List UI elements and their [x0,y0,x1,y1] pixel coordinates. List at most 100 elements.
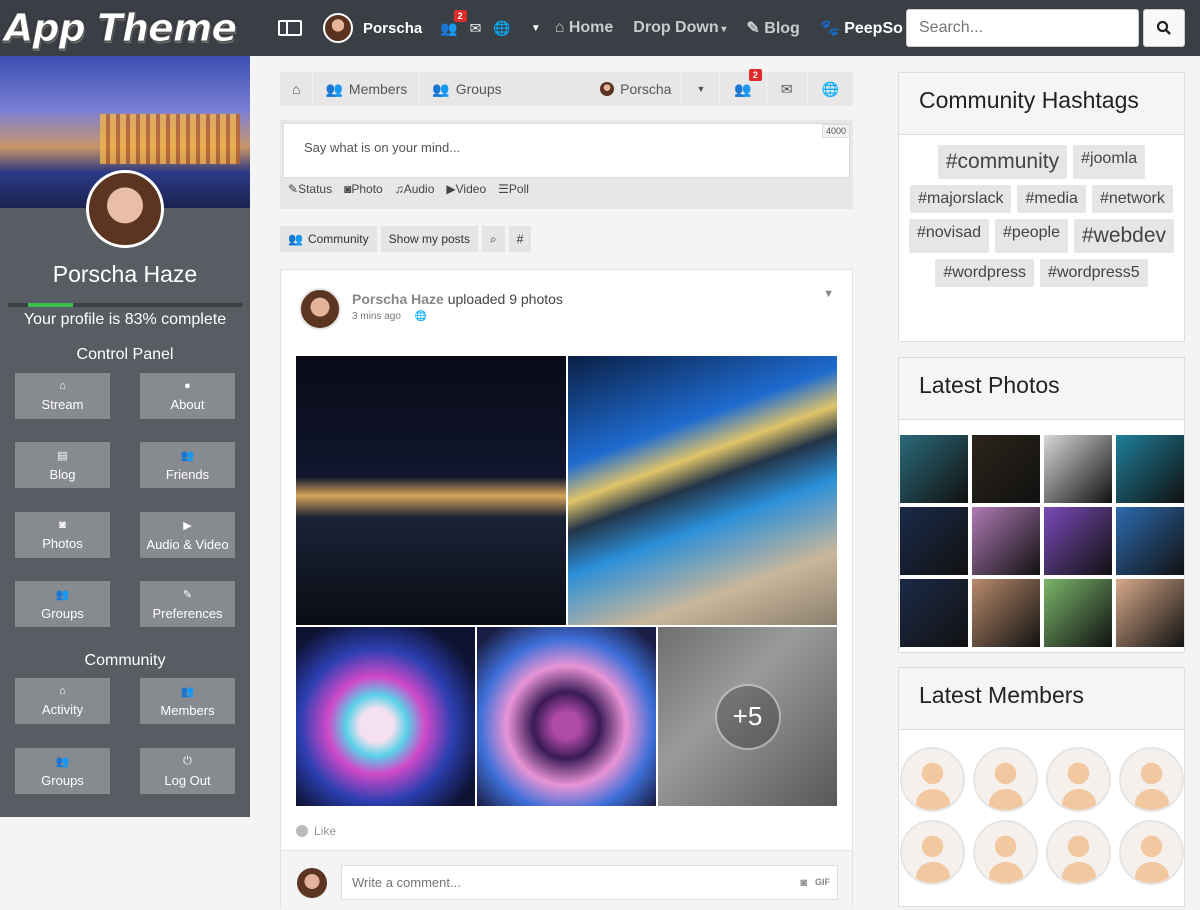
feed-members-tab[interactable]: 👥 Members [313,72,421,106]
chevron-down-icon[interactable]: ▼ [531,23,541,34]
member-avatar[interactable] [1045,820,1111,885]
feed-groups-tab[interactable]: 👥 Groups [420,72,513,106]
community-activity-button[interactable]: ⌂ Activity [15,678,110,724]
post-type-video[interactable]: ▶Video [446,182,486,196]
post-photo[interactable] [477,627,656,806]
member-avatar[interactable] [1118,747,1184,812]
cp-friends-button[interactable]: 👥 Friends [140,442,235,488]
search-button[interactable] [1143,9,1185,47]
hashtag-tag[interactable]: #majorslack [910,185,1012,213]
friends-icon[interactable]: 👥 2 [440,9,467,37]
post-photo-more[interactable]: +5 [658,627,837,806]
latest-photo-thumb[interactable] [1043,435,1112,503]
camera-icon[interactable]: ◙ [800,877,807,889]
latest-photo-thumb[interactable] [971,435,1040,503]
latest-photo-thumb[interactable] [899,435,968,503]
post-action-text: uploaded 9 photos [447,291,563,307]
hashtag-tag[interactable]: #community [937,145,1068,179]
post-type-audio[interactable]: ♫Audio [395,182,435,196]
cp-photos-button[interactable]: ◙ Photos [15,512,110,558]
post-photo[interactable] [568,356,837,625]
cp-audio-video-button[interactable]: ▶ Audio & Video [140,512,235,558]
hashtag-tag[interactable]: #media [1017,185,1086,213]
control-panel-title: Control Panel [76,346,174,363]
profile-progress-text: Your profile is 83% complete [23,311,227,328]
nav-blog-link[interactable]: ✎ Blog [746,18,799,38]
hashtag-tag[interactable]: #network [1091,185,1173,213]
edit-icon: ✎ [182,588,193,601]
nav-dropdown-link[interactable]: Drop Down ▾ [633,19,726,37]
post-photo[interactable] [296,627,475,806]
profile-name[interactable]: Porscha Haze [0,261,250,288]
latest-photo-thumb[interactable] [899,579,968,647]
community-title: Community [84,652,166,669]
nav-peepso-link[interactable]: 🐾 PeepSo [820,18,903,38]
sidebar-toggle-icon[interactable] [278,20,302,36]
community-members-button[interactable]: 👥 Members [140,678,235,724]
member-avatar[interactable] [899,820,965,885]
top-navbar: App Theme Porscha 👥 2 ✉ 🌐 ▼ ⌂ Home Drop D… [0,0,1200,56]
profile-avatar[interactable] [86,170,164,248]
groups-icon: 👥 [432,80,450,97]
hashtag-tag[interactable]: #webdev [1073,219,1175,253]
comment-input[interactable] [341,865,838,900]
hashtag-tag[interactable]: #people [995,219,1068,253]
post-card: Porscha Haze uploaded 9 photos 3 mins ag… [280,269,853,910]
feed-home-tab[interactable]: ⌂ [280,72,314,106]
feed-messages-button[interactable]: ✉ [765,72,807,106]
filter-hashtag-button[interactable]: # [508,226,532,252]
power-icon: ⏻ [183,754,192,767]
search-input[interactable] [906,9,1139,47]
hashtag-tag[interactable]: #wordpress [935,259,1035,287]
post-author-link[interactable]: Porscha Haze [352,291,444,307]
app-logo[interactable]: App Theme [0,0,250,56]
latest-photo-thumb[interactable] [971,579,1040,647]
latest-photo-thumb[interactable] [1043,507,1112,575]
cp-blog-button[interactable]: ▤ Blog [15,442,110,488]
member-avatar[interactable] [899,747,965,812]
hashtag-tag[interactable]: #joomla [1073,145,1146,179]
filter-show-my-posts-button[interactable]: Show my posts [380,226,479,252]
filter-community-button[interactable]: 👥 Community [280,226,377,252]
nav-notification-icons: 👥 2 ✉ 🌐 ▼ [440,9,541,37]
feed-user-dropdown[interactable]: ▼ [681,72,719,106]
post-options-caret-icon[interactable]: ▼ [823,288,834,300]
feed-user-link[interactable]: Porscha [586,72,681,106]
post-time-text[interactable]: 3 mins ago [352,311,401,322]
filter-search-button[interactable]: ⌕ [482,226,505,252]
member-avatar[interactable] [1118,820,1184,885]
cp-stream-button[interactable]: ⌂ Stream [15,373,110,419]
latest-photo-thumb[interactable] [1043,579,1112,647]
nav-home-link[interactable]: ⌂ Home [555,19,614,37]
latest-photo-thumb[interactable] [1115,579,1184,647]
hashtag-tag[interactable]: #wordpress5 [1040,259,1148,287]
gif-icon[interactable]: GIF [815,877,830,889]
globe-icon[interactable]: 🌐 [493,20,510,37]
cp-preferences-button[interactable]: ✎ Preferences [140,581,235,627]
cp-about-button[interactable]: ● About [140,373,235,419]
latest-photo-thumb[interactable] [899,507,968,575]
postbox-textarea[interactable]: Say what is on your mind... [283,123,850,178]
hashtag-tag[interactable]: #novisad [908,219,990,253]
latest-photo-thumb[interactable] [1115,435,1184,503]
post-type-status[interactable]: ✎Status [288,182,332,196]
cp-groups-button[interactable]: 👥 Groups [15,581,110,627]
feed-friends-button[interactable]: 👥 2 [719,69,765,106]
post-header: Porscha Haze uploaded 9 photos [352,291,563,307]
post-type-poll[interactable]: ☰Poll [498,182,529,196]
latest-photo-thumb[interactable] [1115,507,1184,575]
member-avatar[interactable] [972,747,1038,812]
member-avatar[interactable] [972,820,1038,885]
member-avatar[interactable] [1045,747,1111,812]
post-like-button[interactable]: Like [296,824,336,838]
logout-button[interactable]: ⏻ Log Out [140,748,235,794]
post-photo[interactable] [296,356,566,625]
post-type-photo[interactable]: ◙Photo [344,182,383,196]
feed-notifications-button[interactable]: 🌐 [806,72,853,106]
nav-user-menu[interactable]: Porscha [323,13,422,43]
latest-photos-grid [899,420,1184,647]
latest-photo-thumb[interactable] [971,507,1040,575]
mail-icon[interactable]: ✉ [470,20,482,37]
post-author-avatar[interactable] [299,288,341,330]
community-groups-button[interactable]: 👥 Groups [15,748,110,794]
